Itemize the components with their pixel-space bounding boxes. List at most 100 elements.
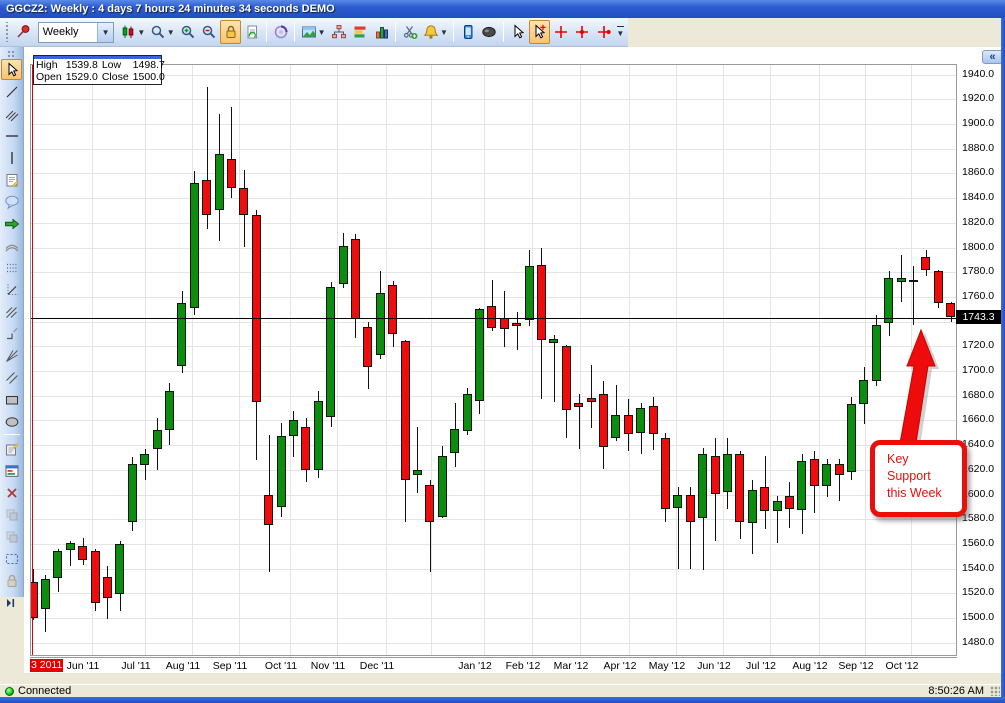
volume-bars-button[interactable] [371,20,392,44]
crosshair-pointer-icon [531,24,547,40]
toolbar-separator [395,22,396,42]
chevron-down-icon[interactable]: ▼ [318,28,326,37]
candle [487,306,496,328]
draw-mode-button[interactable] [270,20,291,44]
arc-tool[interactable] [1,235,22,256]
time-axis-label: Sep '11 [204,660,256,672]
delete-tool[interactable] [1,482,22,503]
chart-plot-area[interactable] [30,64,957,656]
trend-line-tool[interactable] [1,81,22,102]
collapse-panel-button[interactable]: « [982,50,1003,64]
chart-style-icon [120,24,136,40]
properties-tool[interactable] [1,438,22,459]
crosshair-button[interactable] [550,20,571,44]
device-button[interactable] [457,20,478,44]
lock-scale-button[interactable] [220,20,241,44]
candle [202,180,211,216]
candle [934,271,943,303]
period-select[interactable]: Weekly▼ [38,22,114,43]
ellipse-tool[interactable] [1,411,22,432]
ungroup-tool[interactable] [1,526,22,547]
market-depth-button[interactable] [328,20,349,44]
v-gridline [723,65,724,656]
group-tool[interactable] [1,504,22,525]
time-axis-label: Apr '12 [594,660,646,672]
pointer-button[interactable] [507,20,528,44]
time-axis[interactable]: 3 2011 Jun '11Jul '11Aug '11Sep '11Oct '… [30,657,957,673]
chart-workspace: 1940.01920.01900.01880.01860.01840.01820… [24,47,1001,673]
mouse-settings-button[interactable] [479,20,500,44]
crosshair-snap-button[interactable] [572,20,593,44]
toolbar-overflow-button[interactable]: ▼ [615,20,627,44]
v-gridline [532,65,533,656]
horizontal-line-tool[interactable] [1,125,22,146]
pointer-tool[interactable] [1,59,22,80]
crosshair-pointer-button[interactable] [529,20,550,44]
gann-tool[interactable] [1,323,22,344]
time-axis-label: Jul '12 [735,660,787,672]
chevron-down-icon[interactable]: ▼ [97,23,113,42]
chevron-down-icon[interactable]: ▼ [137,28,145,37]
price-axis-label: 1860.0 [962,166,994,178]
parallel-lines-tool[interactable] [1,367,22,388]
refresh-chart-button[interactable] [241,20,262,44]
alerts-icon [423,24,439,40]
vertical-line-tool[interactable] [1,147,22,168]
candle [252,215,261,402]
pin-icon[interactable] [12,20,33,44]
expand-toolbar-button[interactable] [2,595,22,608]
note-tool[interactable] [1,169,22,190]
candle [115,544,124,595]
zoom-tool-button[interactable]: ▼ [148,20,177,44]
arrow-tool[interactable] [1,213,22,234]
multi-line-tool[interactable] [1,103,22,124]
candle [463,394,472,431]
select-region-tool[interactable] [1,548,22,569]
chevron-down-icon[interactable]: ▼ [167,28,175,37]
fib-retracement-icon [4,260,20,276]
price-axis-label: 1800.0 [962,241,994,253]
v-gridline [239,65,240,656]
fib-retracement-tool[interactable] [1,257,22,278]
candle [215,154,224,211]
window-title: GGCZ2: Weekly : 4 days 7 hours 24 minute… [6,3,335,15]
toolbar-grip[interactable] [4,22,10,42]
format-tool[interactable] [1,460,22,481]
zoom-tool-icon [150,24,166,40]
gann-icon [4,326,20,342]
fib-extension-icon [4,282,20,298]
chart-style-button[interactable]: ▼ [118,20,147,44]
time-axis-label: Oct '12 [876,660,928,672]
connection-status-icon [5,687,14,696]
alerts-button[interactable]: ▼ [421,20,450,44]
candle [376,293,385,355]
v-gridline [484,65,485,656]
v-gridline [145,65,146,656]
annotation-arrow[interactable] [864,317,994,447]
zoom-in-button[interactable] [177,20,198,44]
tooltip-open-label: Open [34,71,64,83]
price-axis-label: 1780.0 [962,265,994,277]
zoom-out-button[interactable] [198,20,219,44]
candle [723,454,732,492]
lock-scale-icon [223,24,239,40]
candle [797,461,806,510]
candle [438,456,447,517]
candle [289,420,298,436]
callout-tool[interactable] [1,191,22,212]
candle [587,398,596,402]
lock-object-tool[interactable] [1,570,22,591]
crosshair-track-button[interactable] [593,20,614,44]
chevron-down-icon[interactable]: ▼ [440,28,448,37]
rectangle-tool[interactable] [1,389,22,410]
indicator-flag-button[interactable] [349,20,370,44]
drawing-toolbar-grip[interactable] [7,50,16,57]
resize-grip-icon[interactable] [990,686,1000,696]
fib-extension-tool[interactable] [1,279,22,300]
price-axis-label: 1840.0 [962,191,994,203]
fan-lines-tool[interactable] [1,345,22,366]
chart-image-button[interactable]: ▼ [298,20,327,44]
cut-add-button[interactable] [399,20,420,44]
annotation-callout[interactable]: Key Support this Week [870,440,967,517]
pitchfork-tool[interactable] [1,301,22,322]
